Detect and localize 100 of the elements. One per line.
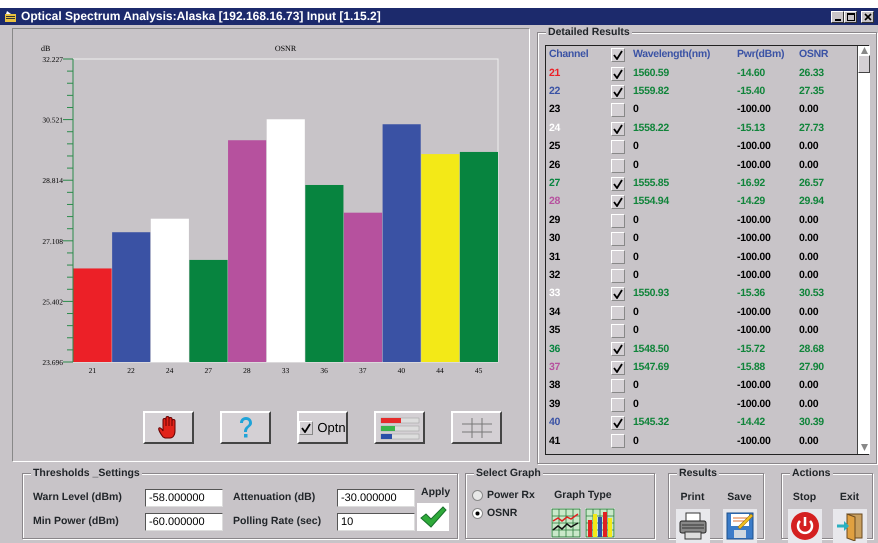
table-cell-text: -100.00 — [737, 250, 772, 265]
hand-button[interactable] — [143, 411, 194, 444]
table-cell-text: 0 — [633, 158, 640, 173]
table-cell-text: 27.90 — [799, 360, 825, 375]
minimize-button[interactable] — [831, 10, 844, 22]
apply-label: Apply — [421, 485, 452, 500]
checkbox[interactable] — [611, 158, 625, 173]
table-cell-text: 0.00 — [799, 102, 820, 118]
field-label: Warn Level (dBm) — [33, 490, 123, 506]
table-cell-text: 30 — [549, 231, 562, 246]
checkbox[interactable] — [611, 66, 625, 81]
save-button[interactable] — [722, 508, 756, 543]
table-cell-text: 31 — [549, 250, 562, 265]
stop-button[interactable] — [788, 508, 822, 543]
table-cell-text: 36 — [549, 342, 562, 357]
scroll-thumb[interactable] — [858, 55, 870, 73]
column-header: Wavelength(nm) — [633, 47, 712, 62]
table-cell-text: -15.13 — [737, 120, 766, 136]
checkbox[interactable] — [611, 416, 625, 430]
input-field[interactable]: 10 — [337, 513, 415, 531]
checkbox[interactable] — [611, 434, 625, 448]
checkbox[interactable] — [611, 250, 625, 264]
checkbox[interactable] — [611, 214, 625, 228]
table-cell-text: 38 — [549, 378, 562, 394]
table-cell-text: 0.00 — [799, 434, 820, 449]
checkbox[interactable] — [611, 379, 625, 394]
minimize-icon — [834, 18, 840, 20]
table-cell-text: -100.00 — [737, 304, 772, 320]
table-cell-text: 0 — [633, 139, 640, 154]
table-cell-text: 1555.85 — [633, 176, 670, 192]
checkbox[interactable] — [611, 103, 625, 118]
column-header: OSNR — [799, 47, 830, 62]
table-cell-text: 1559.82 — [633, 84, 670, 100]
checkbox[interactable] — [611, 195, 625, 210]
radio-button[interactable] — [472, 508, 483, 520]
table-cell-text: -16.92 — [737, 176, 766, 192]
grid-icon — [462, 418, 492, 438]
scroll-up-arrow[interactable] — [860, 46, 868, 55]
checkbox[interactable] — [611, 287, 625, 302]
input-field[interactable]: -58.000000 — [145, 489, 223, 507]
print-button[interactable] — [676, 508, 710, 543]
table-cell-text: 29.94 — [799, 194, 825, 210]
checkbox[interactable] — [611, 232, 625, 246]
checkbox[interactable] — [611, 268, 625, 283]
checkbox[interactable] — [611, 398, 625, 412]
checkmark-icon — [419, 506, 447, 528]
radio-button[interactable] — [472, 490, 483, 502]
input-field[interactable]: -30.000000 — [337, 489, 415, 507]
table-cell-text: -100.00 — [737, 212, 772, 228]
line-graph-button[interactable] — [550, 508, 581, 538]
checkbox[interactable] — [611, 324, 625, 338]
printer-icon — [678, 510, 708, 541]
power-icon — [790, 510, 820, 541]
table-cell-text: 32 — [549, 268, 562, 283]
table-cell-text: 26 — [549, 158, 562, 173]
apply-button[interactable] — [417, 503, 449, 531]
checkbox[interactable] — [611, 122, 625, 136]
close-button[interactable] — [861, 10, 874, 22]
field-label: Polling Rate (sec) — [233, 514, 322, 530]
button-label: Stop — [792, 490, 816, 505]
bar-chart-icon — [380, 416, 420, 440]
table-cell-text: -100.00 — [737, 378, 772, 394]
table-cell-text: 30.53 — [799, 286, 825, 302]
table-cell-text: 1547.69 — [633, 360, 670, 375]
table-cell-text: 1545.32 — [633, 415, 670, 430]
exit-button[interactable] — [832, 508, 866, 543]
checkbox[interactable] — [611, 176, 625, 191]
option-checkbox[interactable]: Optn — [297, 411, 348, 444]
radio-label[interactable]: OSNR — [487, 506, 518, 522]
radio-label[interactable]: Power Rx — [487, 488, 535, 504]
table-cell-text: -100.00 — [737, 396, 772, 412]
help-button[interactable] — [220, 411, 271, 444]
checkbox[interactable] — [611, 48, 625, 62]
table-cell-text: 0.00 — [799, 268, 820, 283]
checkbox[interactable] — [611, 140, 625, 154]
line-chart-icon — [550, 508, 581, 538]
maximize-button[interactable] — [844, 10, 857, 22]
table-cell-text: 0.00 — [799, 396, 820, 412]
scroll-down-arrow[interactable] — [860, 443, 868, 452]
table-cell-text: 25 — [549, 139, 562, 154]
input-field[interactable]: -60.000000 — [145, 513, 223, 531]
checkbox[interactable] — [611, 306, 625, 320]
graph-type-label: Graph Type — [554, 488, 612, 503]
column-header: Channel — [549, 47, 590, 62]
checkbox[interactable] — [611, 342, 625, 356]
grid-button[interactable] — [451, 411, 502, 444]
table-cell-text: 1554.94 — [633, 194, 670, 210]
bar-graph-button[interactable] — [584, 508, 615, 538]
table-cell-text: 0 — [633, 434, 640, 449]
checkbox[interactable] — [611, 360, 625, 375]
table-cell-text: 28 — [549, 194, 562, 210]
checkbox[interactable] — [611, 84, 625, 99]
exit-door-icon — [834, 510, 864, 541]
table-cell-text: -100.00 — [737, 158, 772, 173]
table-cell-text: 34 — [549, 304, 562, 320]
table-cell-text: -100.00 — [737, 268, 772, 283]
field-label: Min Power (dBm) — [33, 514, 120, 530]
table-cell-text: 1550.93 — [633, 286, 670, 302]
table-cell-text: 0 — [633, 378, 640, 394]
bars-button[interactable] — [374, 411, 425, 444]
